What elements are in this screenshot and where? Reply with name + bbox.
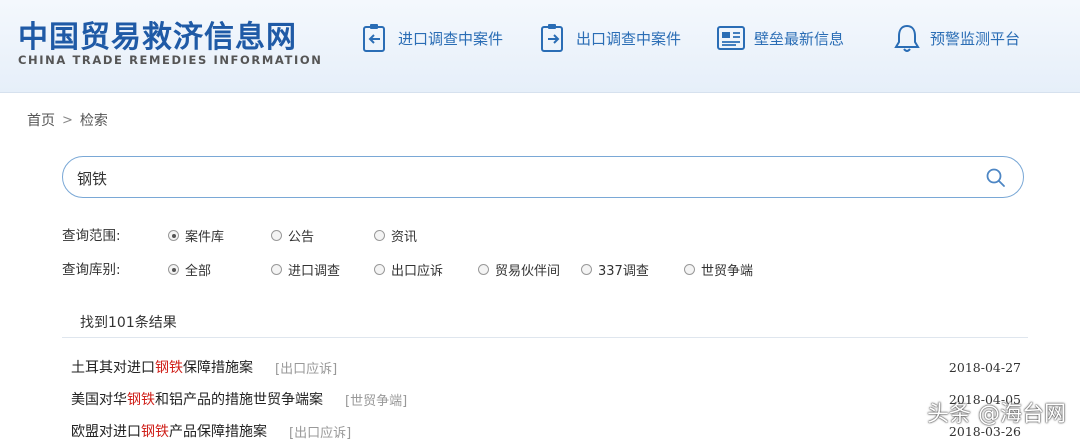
library-option-wto[interactable]: 世贸争端 xyxy=(684,260,753,279)
option-label: 贸易伙伴间 xyxy=(495,264,561,279)
radio-unchecked[interactable] xyxy=(684,264,695,275)
library-option-import[interactable]: 进口调查 xyxy=(271,260,340,279)
export-case-icon xyxy=(538,21,568,55)
breadcrumb-home[interactable]: 首页 xyxy=(27,110,55,130)
nav-import-cases[interactable]: 进口调查中案件 xyxy=(360,20,503,56)
nav-barrier-news[interactable]: 壁垒最新信息 xyxy=(716,20,844,56)
search-box xyxy=(62,156,1024,198)
result-category-tag: [出口应诉] xyxy=(275,361,338,377)
radio-checked[interactable] xyxy=(168,230,179,241)
library-option-partners[interactable]: 贸易伙伴间 xyxy=(478,260,560,279)
site-logo-subtitle: CHINA TRADE REMEDIES INFORMATION xyxy=(18,53,323,67)
option-label: 案件库 xyxy=(185,230,225,245)
radio-unchecked[interactable] xyxy=(581,264,592,275)
option-label: 出口应诉 xyxy=(391,264,444,279)
filter-library: 查询库别: 全部 进口调查 出口应诉 贸易伙伴间 337调查 世贸争端 xyxy=(62,258,962,279)
title-text: 产品保障措施案 xyxy=(169,424,267,440)
breadcrumb-current: 检索 xyxy=(79,113,108,129)
site-logo-title[interactable]: 中国贸易救济信息网 xyxy=(18,12,297,56)
result-category-tag: [世贸争端] xyxy=(345,393,408,409)
result-row[interactable]: 欧盟对进口钢铁产品保障措施案 [出口应诉] 2018-03-26 xyxy=(71,420,1021,442)
nav-import-cases-label: 进口调查中案件 xyxy=(398,29,504,48)
radio-unchecked[interactable] xyxy=(271,264,282,275)
option-label: 进口调查 xyxy=(288,264,341,279)
radio-unchecked[interactable] xyxy=(374,264,385,275)
option-label: 337调查 xyxy=(598,264,649,279)
search-icon[interactable] xyxy=(985,167,1007,189)
nav-warning-platform[interactable]: 预警监测平台 xyxy=(892,20,1020,56)
import-case-icon xyxy=(360,21,390,55)
library-option-export[interactable]: 出口应诉 xyxy=(374,260,443,279)
news-icon xyxy=(716,21,746,55)
result-row[interactable]: 土耳其对进口钢铁保障措施案 [出口应诉] 2018-04-27 xyxy=(71,356,1021,378)
radio-checked[interactable] xyxy=(168,264,179,275)
scope-option-announcement[interactable]: 公告 xyxy=(271,226,314,245)
filter-scope-label: 查询范围: xyxy=(62,228,121,244)
filter-library-label: 查询库别: xyxy=(62,262,121,278)
search-input[interactable] xyxy=(77,165,957,191)
result-count: 找到101条结果 xyxy=(80,315,177,331)
bell-icon xyxy=(892,21,922,55)
option-label: 世贸争端 xyxy=(701,264,754,279)
nav-warning-platform-label: 预警监测平台 xyxy=(930,29,1021,48)
title-text: 保障措施案 xyxy=(183,360,253,376)
result-title[interactable]: 美国对华钢铁和铝产品的措施世贸争端案 xyxy=(71,389,323,409)
result-row[interactable]: 美国对华钢铁和铝产品的措施世贸争端案 [世贸争端] 2018-04-05 xyxy=(71,388,1021,410)
nav-export-cases[interactable]: 出口调查中案件 xyxy=(538,20,681,56)
result-title[interactable]: 土耳其对进口钢铁保障措施案 xyxy=(71,357,253,377)
result-date: 2018-04-27 xyxy=(948,359,1021,375)
keyword-highlight: 钢铁 xyxy=(155,360,183,376)
radio-unchecked[interactable] xyxy=(374,230,385,241)
radio-unchecked[interactable] xyxy=(478,264,489,275)
library-option-337[interactable]: 337调查 xyxy=(581,260,649,279)
filter-scope: 查询范围: 案件库 公告 资讯 xyxy=(62,224,962,245)
result-category-tag: [出口应诉] xyxy=(289,425,352,441)
title-text: 和铝产品的措施世贸争端案 xyxy=(155,392,323,408)
breadcrumb: 首页 > 检索 xyxy=(27,110,108,130)
breadcrumb-separator: > xyxy=(62,112,73,128)
title-text: 美国对华 xyxy=(71,392,127,408)
keyword-highlight: 钢铁 xyxy=(141,424,169,440)
option-label: 资讯 xyxy=(391,230,418,245)
result-title[interactable]: 欧盟对进口钢铁产品保障措施案 xyxy=(71,421,267,441)
title-text: 土耳其对进口 xyxy=(71,360,155,376)
keyword-highlight: 钢铁 xyxy=(127,392,155,408)
option-label: 公告 xyxy=(288,230,315,245)
radio-unchecked[interactable] xyxy=(271,230,282,241)
watermark: 头条 @海台网 xyxy=(927,402,1066,427)
nav-export-cases-label: 出口调查中案件 xyxy=(576,29,682,48)
site-header: 中国贸易救济信息网 CHINA TRADE REMEDIES INFORMATI… xyxy=(0,0,1080,93)
option-label: 全部 xyxy=(185,264,212,279)
divider xyxy=(62,337,1028,338)
nav-barrier-news-label: 壁垒最新信息 xyxy=(754,29,845,48)
scope-option-news[interactable]: 资讯 xyxy=(374,226,417,245)
scope-option-case-library[interactable]: 案件库 xyxy=(168,226,224,245)
title-text: 欧盟对进口 xyxy=(71,424,141,440)
library-option-all[interactable]: 全部 xyxy=(168,260,211,279)
